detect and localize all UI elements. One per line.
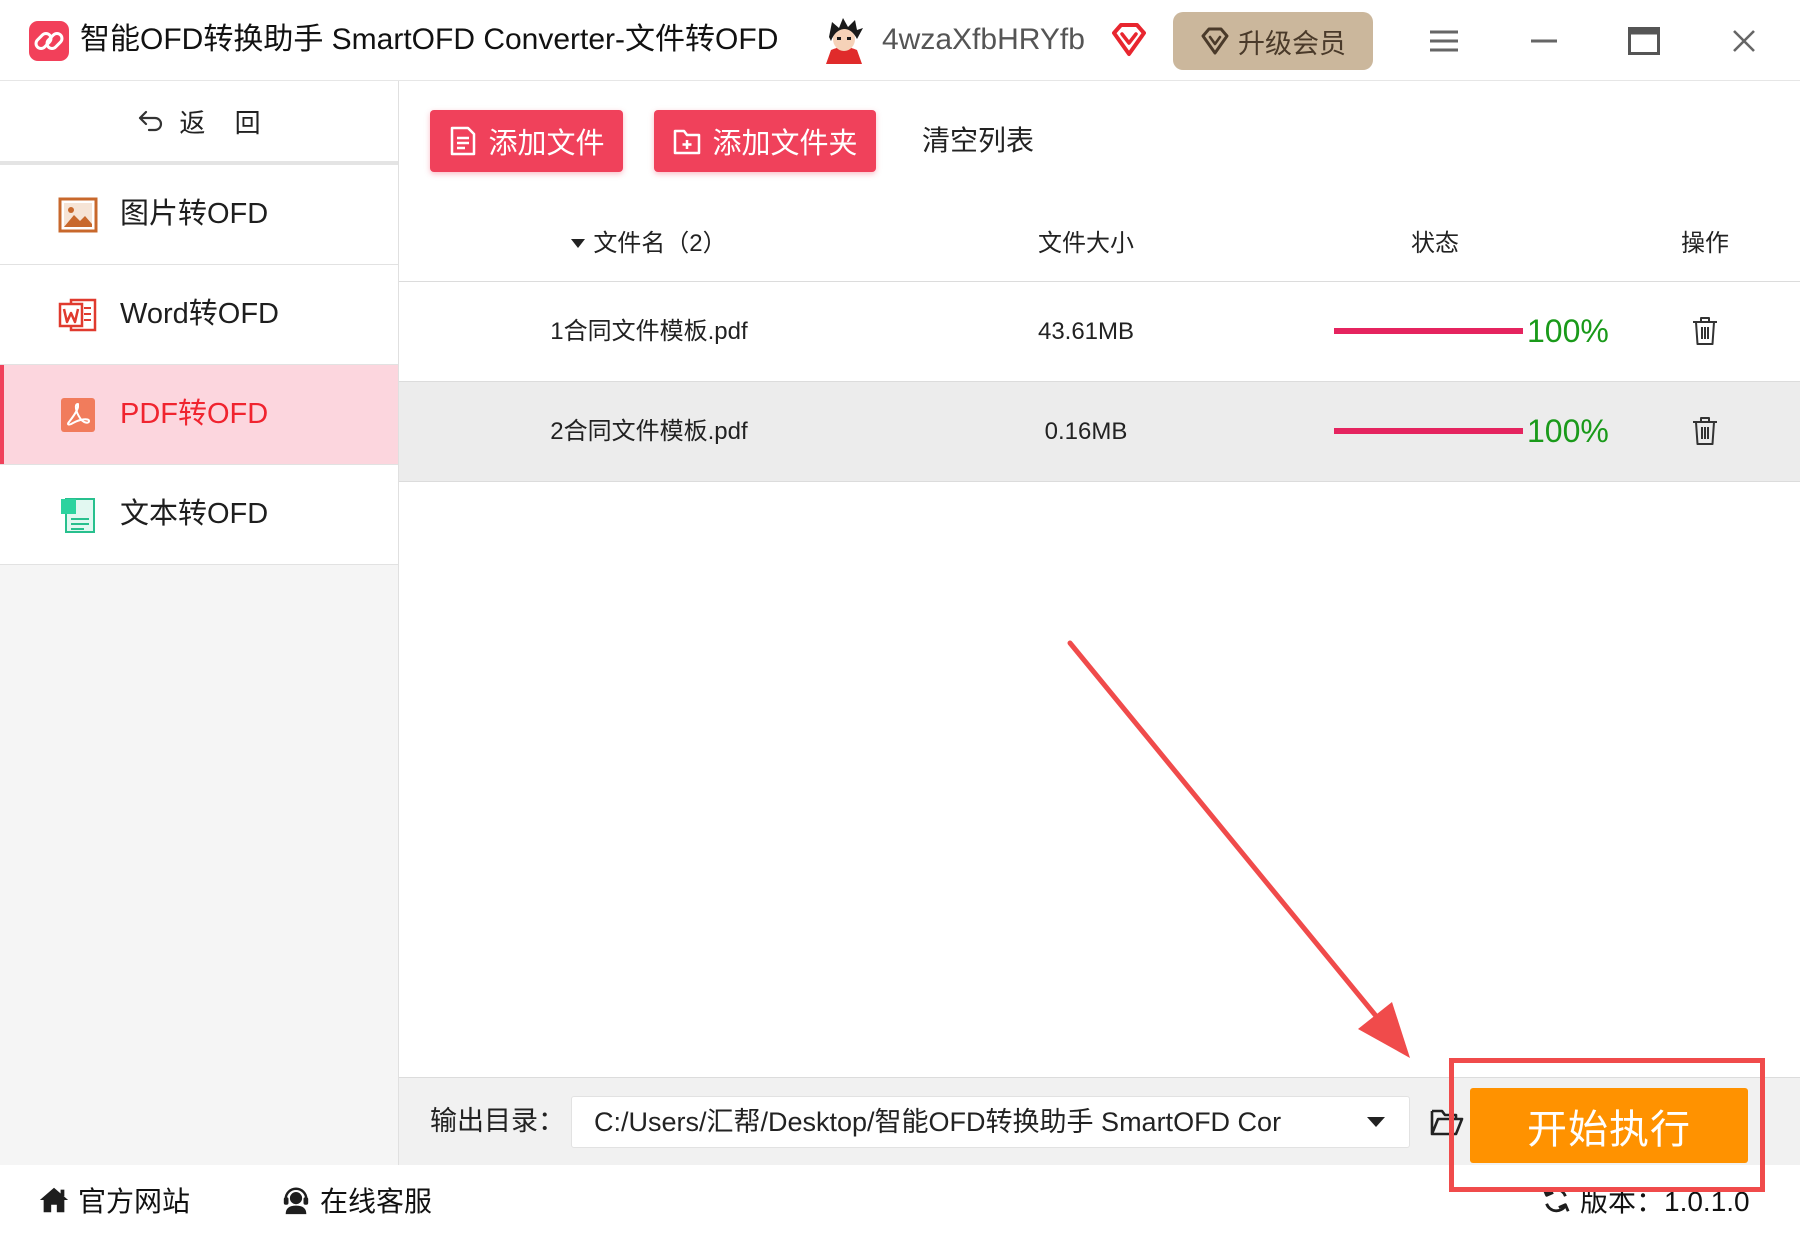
vip-diamond-icon (1110, 22, 1148, 58)
footer: 官方网站 在线客服 版本：1.0.1.0 (0, 1165, 1800, 1234)
hamburger-icon (1429, 29, 1459, 53)
add-folder-button[interactable]: 添加文件夹 (654, 110, 876, 172)
progress-fill (1334, 428, 1523, 434)
sidebar: 返 回 图片转OFD Word转OFD PDF转OFD 文本转OFD (0, 81, 399, 1165)
chevron-down-icon (1367, 1117, 1385, 1127)
official-website-label: 官方网站 (78, 1185, 191, 1217)
output-bar: 输出目录： C:/Users/汇帮/Desktop/智能OFD转换助手 Smar… (399, 1077, 1800, 1165)
file-name: 1合同文件模板.pdf (550, 318, 748, 345)
user-account[interactable]: 4wzaXfbHRYfb (821, 0, 1161, 80)
column-name-label: 文件名（2） (593, 230, 727, 257)
minimize-button[interactable] (1514, 20, 1574, 62)
close-button[interactable] (1714, 20, 1774, 62)
maximize-icon (1628, 27, 1660, 55)
column-header-action: 操作 (1681, 230, 1729, 257)
title-bar: 智能OFD转换助手 SmartOFD Converter-文件转OFD 4wza… (0, 0, 1800, 81)
column-header-size: 文件大小 (1038, 230, 1134, 257)
table-row[interactable]: 2合同文件模板.pdf 0.16MB 100% (399, 382, 1800, 482)
sidebar-item-label: PDF转OFD (120, 398, 269, 430)
file-name: 2合同文件模板.pdf (550, 418, 748, 445)
add-folder-icon (672, 125, 702, 157)
online-support-link[interactable]: 在线客服 (280, 1165, 432, 1234)
folder-open-icon[interactable] (1429, 1106, 1465, 1138)
add-file-icon (448, 125, 478, 157)
upgrade-vip-button[interactable]: 升级会员 (1173, 12, 1373, 70)
delete-icon[interactable] (1690, 315, 1720, 347)
sidebar-item-label: 图片转OFD (120, 198, 269, 230)
main-panel: 添加文件 添加文件夹 清空列表 文件名（2） 文件大小 状态 操作 1合同文件模… (399, 81, 1800, 1165)
sidebar-item-text-to-ofd[interactable]: 文本转OFD (0, 465, 398, 565)
back-button[interactable]: 返 回 (0, 81, 398, 161)
word-icon (58, 295, 98, 335)
diamond-icon (1200, 27, 1230, 55)
column-header-status: 状态 (1411, 230, 1459, 257)
output-dir-path: C:/Users/汇帮/Desktop/智能OFD转换助手 SmartOFD C… (594, 1107, 1282, 1137)
close-icon (1732, 29, 1756, 53)
sidebar-item-word-to-ofd[interactable]: Word转OFD (0, 265, 398, 365)
back-arrow-icon (137, 109, 165, 133)
version-info: 版本：1.0.1.0 (1540, 1165, 1750, 1234)
sidebar-item-pdf-to-ofd[interactable]: PDF转OFD (0, 365, 398, 465)
window-title: 智能OFD转换助手 SmartOFD Converter-文件转OFD (80, 23, 779, 56)
table-row[interactable]: 1合同文件模板.pdf 43.61MB 100% (399, 282, 1800, 382)
online-support-label: 在线客服 (320, 1185, 433, 1217)
add-file-button[interactable]: 添加文件 (430, 110, 623, 172)
column-header-name[interactable]: 文件名（2） (499, 207, 799, 281)
version-label: 版本：1.0.1.0 (1580, 1185, 1750, 1217)
maximize-button[interactable] (1614, 20, 1674, 62)
output-dir-select[interactable]: C:/Users/汇帮/Desktop/智能OFD转换助手 SmartOFD C… (571, 1096, 1410, 1148)
official-website-link[interactable]: 官方网站 (38, 1165, 190, 1234)
sort-down-icon (571, 239, 586, 249)
username: 4wzaXfbHRYfb (882, 23, 1085, 56)
upgrade-label: 升级会员 (1238, 28, 1346, 59)
avatar (821, 16, 867, 64)
progress-bar (1334, 428, 1523, 434)
add-file-label: 添加文件 (488, 128, 605, 160)
text-file-icon (58, 495, 98, 535)
progress-percent: 100% (1527, 413, 1609, 449)
progress-fill (1334, 328, 1523, 334)
back-label: 返 回 (179, 107, 261, 138)
pdf-icon (58, 395, 98, 435)
start-button[interactable]: 开始执行 (1470, 1088, 1748, 1163)
minimize-icon (1530, 38, 1558, 44)
delete-icon[interactable] (1690, 415, 1720, 447)
file-size: 43.61MB (1037, 318, 1135, 345)
menu-button[interactable] (1414, 20, 1474, 62)
clear-list-button[interactable]: 清空列表 (922, 110, 1034, 172)
home-icon (38, 1185, 70, 1215)
progress-percent: 100% (1527, 313, 1609, 349)
headset-icon (280, 1185, 312, 1215)
app-logo-icon (29, 21, 69, 61)
sidebar-item-image-to-ofd[interactable]: 图片转OFD (0, 165, 398, 265)
add-folder-label: 添加文件夹 (712, 128, 858, 160)
progress-bar (1334, 328, 1523, 334)
image-icon (58, 195, 98, 235)
table-header: 文件名（2） 文件大小 状态 操作 (399, 207, 1800, 282)
sidebar-item-label: Word转OFD (120, 298, 279, 330)
sidebar-item-label: 文本转OFD (120, 498, 269, 530)
file-size: 0.16MB (1044, 418, 1128, 445)
refresh-icon (1540, 1185, 1572, 1215)
output-dir-label: 输出目录： (430, 1106, 565, 1136)
